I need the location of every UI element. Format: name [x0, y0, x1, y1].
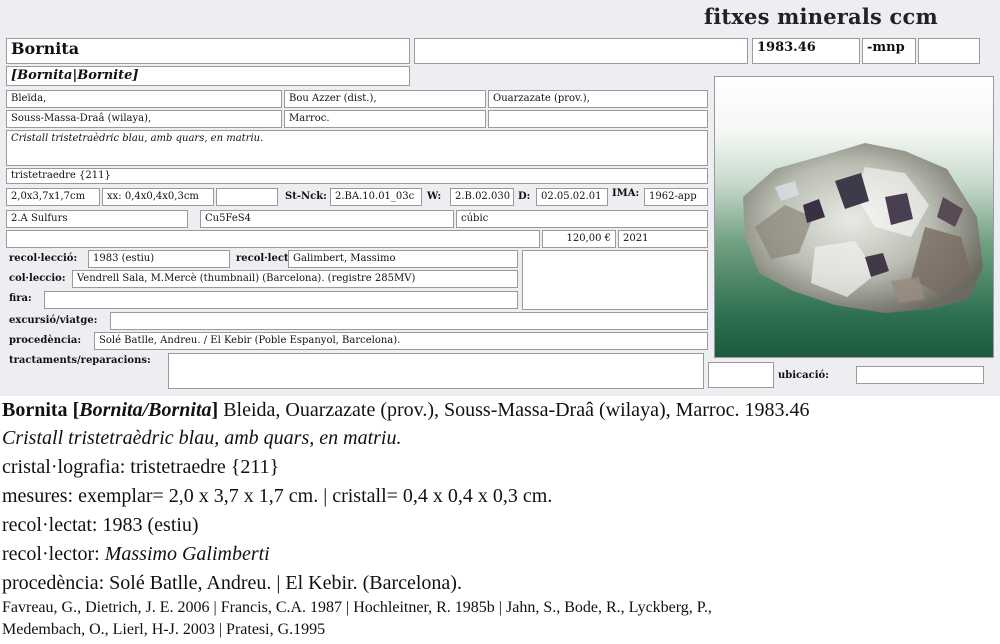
summary-measures-line: mesures: exemplar= 2,0 x 3,7 x 1,7 cm. |…: [2, 484, 552, 508]
locality-5-field[interactable]: Marroc.: [284, 110, 486, 128]
excursio-label: excursió/viatge:: [9, 315, 98, 326]
summary-collected-label: recol·lectat:: [2, 514, 103, 536]
synonyms-field[interactable]: [Bornita|Bornite]: [6, 66, 410, 86]
description-field[interactable]: Cristall tristetraèdric blau, amb quars,…: [6, 130, 708, 166]
summary-provenance-label: procedència:: [2, 572, 110, 594]
strunz-label: St-Nck:: [285, 191, 327, 202]
blank-top-right-field[interactable]: [918, 38, 980, 64]
crystal-size-field[interactable]: xx: 0,4x0,4x0,3cm: [102, 188, 214, 206]
summary-measures-label: mesures:: [2, 485, 79, 507]
ubicacio-label: ubicació:: [778, 370, 829, 381]
blank-measure-field[interactable]: [216, 188, 278, 206]
ubicacio-field[interactable]: [856, 366, 984, 384]
d-label: D:: [518, 191, 531, 202]
excursio-field[interactable]: [110, 312, 708, 330]
formula-field[interactable]: Cu5FeS4: [200, 210, 454, 228]
notes-box[interactable]: [522, 250, 708, 310]
summary-cryst-label: cristal·lografia:: [2, 456, 131, 478]
w-field[interactable]: 2.B.02.030: [450, 188, 514, 206]
class-field[interactable]: 2.A Sulfurs: [6, 210, 188, 228]
ima-field[interactable]: 1962-app: [644, 188, 708, 206]
summary-references-1: Favreau, G., Dietrich, J. E. 2006 | Fran…: [2, 599, 712, 616]
locality-1-field[interactable]: Bleïda,: [6, 90, 282, 108]
price-field[interactable]: 120,00 €: [542, 230, 616, 248]
fira-label: fira:: [9, 293, 32, 304]
summary-collected: 1983 (estiu): [102, 514, 199, 536]
catalog-suffix-field[interactable]: -mnp: [862, 38, 916, 64]
summary-collected-line: recol·lectat: 1983 (estiu): [2, 513, 199, 537]
brand-title: fitxes minerals ccm: [704, 4, 938, 29]
summary-syn-open: [: [67, 399, 80, 421]
crystal-form-field[interactable]: tristetraedre {211}: [6, 168, 708, 184]
catalog-number-field[interactable]: 1983.46: [752, 38, 860, 64]
summary-collector-line: recol·lector: Massimo Galimberti: [2, 542, 270, 566]
summary-title-line: Bornita [Bornita/Bornita] Bleida, Ouarza…: [2, 398, 809, 422]
summary-measures: exemplar= 2,0 x 3,7 x 1,7 cm. | cristall…: [78, 485, 553, 507]
summary-collector: Massimo Galimberti: [104, 543, 270, 565]
summary-collector-label: recol·lector:: [2, 543, 105, 565]
summary-references-2: Medembach, O., Lierl, H-J. 2003 | Prates…: [2, 621, 326, 638]
summary-provenance-line: procedència: Solé Batlle, Andreu. | El K…: [2, 571, 462, 595]
tract-field[interactable]: [168, 353, 704, 389]
name-field[interactable]: Bornita: [6, 38, 410, 64]
specimen-photo: [714, 76, 994, 358]
coleccio-label: col·leccio:: [9, 273, 66, 284]
strunz-field[interactable]: 2.BA.10.01_03c: [330, 188, 422, 206]
blank-wide-field[interactable]: [6, 230, 540, 248]
mineral-card-form: fitxes minerals ccm Bornita 1983.46 -mnp…: [0, 0, 1000, 396]
summary-cryst: tristetraedre {211}: [130, 456, 280, 478]
year-field[interactable]: 2021: [618, 230, 708, 248]
tract-label: tractaments/reparacions:: [9, 355, 151, 366]
summary-name: Bornita: [2, 399, 68, 421]
locality-3-field[interactable]: Ouarzazate (prov.),: [488, 90, 708, 108]
procedencia-field[interactable]: Solé Batlle, Andreu. / El Kebir (Poble E…: [94, 332, 708, 350]
d-field[interactable]: 02.05.02.01: [536, 188, 608, 206]
locality-2-field[interactable]: Bou Azzer (dist.),: [284, 90, 486, 108]
ima-label: IMA:: [612, 188, 640, 199]
procedencia-label: procedència:: [9, 335, 82, 346]
blank-bottom-field[interactable]: [708, 362, 774, 388]
collector-field[interactable]: Galimbert, Massimo: [288, 250, 518, 268]
summary-synonym: Bornita/Bornita: [79, 399, 212, 421]
crystal-system-field[interactable]: cúbic: [456, 210, 708, 228]
specimen-size-field[interactable]: 2,0x3,7x1,7cm: [6, 188, 100, 206]
w-label: W:: [427, 191, 442, 202]
summary-provenance: Solé Batlle, Andreu. | El Kebir. (Barcel…: [109, 572, 462, 594]
summary-crystallography-line: cristal·lografia: tristetraedre {211}: [2, 455, 279, 479]
blank-top-field[interactable]: [414, 38, 748, 64]
summary-locality: Bleida, Ouarzazate (prov.), Souss-Massa-…: [218, 399, 810, 421]
locality-6-field[interactable]: [488, 110, 708, 128]
collection-label: recol·lecció:: [9, 253, 78, 264]
coleccio-field[interactable]: Vendrell Sala, M.Mercè (thumbnail) (Barc…: [72, 270, 518, 288]
fira-field[interactable]: [44, 291, 518, 309]
collection-field[interactable]: 1983 (estiu): [88, 250, 230, 268]
summary-description: Cristall tristetraèdric blau, amb quars,…: [2, 427, 402, 449]
mineral-specimen-image: [715, 77, 993, 357]
locality-4-field[interactable]: Souss-Massa-Draâ (wilaya),: [6, 110, 282, 128]
